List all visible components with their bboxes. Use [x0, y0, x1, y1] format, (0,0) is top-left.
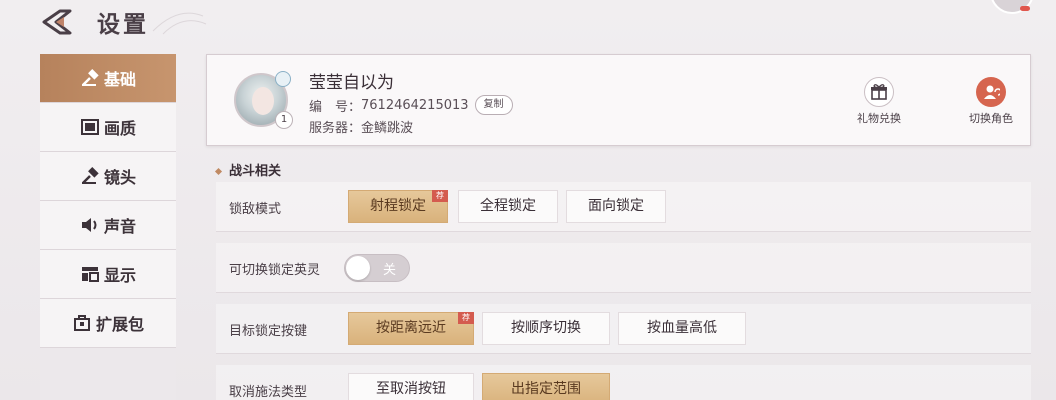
- option-by-distance[interactable]: 按距离远近 荐: [348, 312, 474, 345]
- sidebar-item-sound[interactable]: 声音: [40, 201, 176, 250]
- picture-icon: [80, 117, 100, 137]
- section-title-text: 战斗相关: [229, 164, 282, 179]
- server-row: 服务器：金鳞跳波: [309, 117, 413, 136]
- profile-card: 1 莹莹自以为 编 号： 7612464215013 复制 服务器：金鳞跳波 礼…: [206, 54, 1031, 146]
- avatar-face: [252, 87, 274, 115]
- copy-button[interactable]: 复制: [474, 95, 513, 115]
- back-icon[interactable]: [40, 6, 76, 38]
- sidebar-item-label: 镜头: [103, 168, 136, 187]
- option-by-hp[interactable]: 按血量高低: [618, 312, 746, 345]
- option-label: 射程锁定: [370, 198, 426, 214]
- sidebar-item-display[interactable]: 显示: [40, 250, 176, 299]
- switch-user-icon: [976, 77, 1006, 107]
- setting-row-target-key: 目标锁定按键 按距离远近 荐 按顺序切换 按血量高低: [216, 304, 1031, 354]
- setting-label: 取消施法类型: [229, 385, 308, 400]
- setting-label: 锁敌模式: [229, 202, 282, 217]
- settings-sidebar: 基础 画质 镜头 声音 显示 扩展包: [40, 54, 176, 400]
- camera-icon: [80, 166, 100, 186]
- setting-row-cancel-cast: 取消施法类型 至取消按钮 出指定范围: [216, 365, 1031, 400]
- hammer-icon: [80, 68, 100, 88]
- setting-label: 可切换锁定英灵: [229, 263, 321, 278]
- sidebar-item-label: 声音: [103, 217, 136, 236]
- package-icon: [72, 313, 92, 333]
- badge-icon: [275, 71, 291, 87]
- top-bar: 设置: [0, 0, 1056, 44]
- option-facing-lock[interactable]: 面向锁定: [566, 190, 666, 223]
- server-label: 服务器：: [309, 121, 362, 136]
- option-label: 按距离远近: [376, 320, 446, 336]
- sidebar-item-expansion[interactable]: 扩展包: [40, 299, 176, 348]
- sidebar-item-label: 基础: [103, 70, 136, 89]
- notification-dot: [1020, 6, 1030, 11]
- recommend-badge: 荐: [432, 190, 448, 202]
- sidebar-item-label: 显示: [103, 266, 136, 285]
- option-to-cancel-button[interactable]: 至取消按钮: [348, 373, 474, 400]
- title-decoration-icon: [152, 12, 207, 35]
- switch-lock-toggle[interactable]: 关: [344, 254, 410, 282]
- sidebar-item-label: 扩展包: [95, 315, 144, 334]
- page-title: 设置: [97, 12, 149, 38]
- id-value: 7612464215013: [361, 97, 469, 113]
- recommend-badge: 荐: [458, 312, 474, 324]
- setting-label: 目标锁定按键: [229, 324, 308, 339]
- section-title: 战斗相关: [214, 160, 282, 179]
- gift-redeem-label: 礼物兑换: [857, 112, 901, 125]
- level-badge: 1: [275, 111, 293, 129]
- switch-role-button[interactable]: 切换角色: [959, 77, 1023, 126]
- layout-icon: [80, 264, 100, 284]
- sidebar-item-camera[interactable]: 镜头: [40, 152, 176, 201]
- gift-icon: [864, 77, 894, 107]
- player-nickname: 莹莹自以为: [309, 73, 394, 93]
- sidebar-item-label: 画质: [103, 119, 136, 138]
- toggle-label: 关: [383, 263, 397, 278]
- diamond-bullet-icon: [214, 167, 223, 176]
- option-by-order[interactable]: 按顺序切换: [482, 312, 610, 345]
- toggle-knob: [346, 256, 370, 280]
- id-label: 编 号：: [309, 99, 362, 115]
- setting-row-switch-lock: 可切换锁定英灵 关: [216, 243, 1031, 293]
- option-full-lock[interactable]: 全程锁定: [458, 190, 558, 223]
- switch-role-label: 切换角色: [969, 112, 1013, 125]
- sidebar-item-graphics[interactable]: 画质: [40, 103, 176, 152]
- gift-redeem-button[interactable]: 礼物兑换: [847, 77, 911, 126]
- sidebar-item-basic[interactable]: 基础: [40, 54, 176, 103]
- speaker-icon: [80, 215, 100, 235]
- server-value: 金鳞跳波: [361, 121, 414, 136]
- option-range-lock[interactable]: 射程锁定 荐: [348, 190, 448, 223]
- setting-row-lock-mode: 锁敌模式 射程锁定 荐 全程锁定 面向锁定: [216, 182, 1031, 232]
- option-out-of-range[interactable]: 出指定范围: [482, 373, 610, 400]
- player-id-row: 编 号： 7612464215013 复制: [309, 95, 513, 115]
